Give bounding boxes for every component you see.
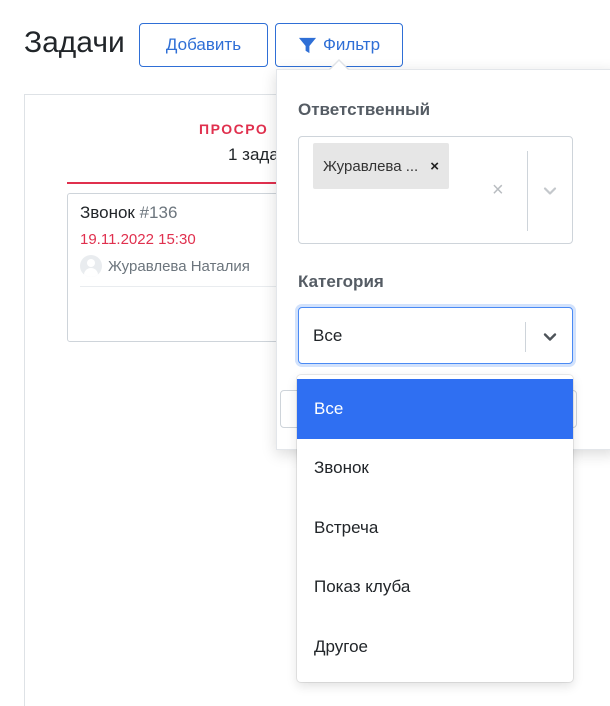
responsible-chip: Журавлева ... × [313,143,449,189]
category-select[interactable]: Все [298,307,573,364]
add-button-label: Добавить [165,35,242,54]
clear-selection-icon[interactable]: × [492,180,510,200]
task-title: Звонок #136 [80,203,177,223]
category-option-meeting[interactable]: Встреча [297,498,573,558]
category-option-call[interactable]: Звонок [297,439,573,499]
filter-button-label: Фильтр [322,35,381,54]
task-divider [80,286,306,287]
responsible-chip-label: Журавлева ... [323,157,419,175]
avatar-icon [80,255,102,277]
category-label: Категория [298,272,384,291]
filter-icon [298,37,316,53]
tasks-page: Задачи Добавить Фильтр ПРОСРО 1 зада Зво… [0,0,610,706]
task-assignee: Журавлева Наталия [80,255,250,277]
category-menu: Все Звонок Встреча Показ клуба Другое [297,375,573,682]
column-title: ПРОСРО [199,121,269,137]
category-option-all[interactable]: Все [297,379,573,439]
responsible-select[interactable]: Журавлева ... × × [298,136,573,244]
task-name: Звонок [80,203,135,222]
category-option-other[interactable]: Другое [297,617,573,677]
chevron-down-icon[interactable] [542,329,558,345]
select-separator [527,151,528,231]
add-button[interactable]: Добавить [139,23,268,67]
responsible-label: Ответственный [298,100,431,119]
select-separator [525,322,526,352]
popover-arrow-inner [329,61,349,71]
category-select-value: Все [313,326,343,345]
column-count: 1 зада [228,145,279,164]
chip-remove-icon[interactable]: × [430,158,439,175]
chevron-down-icon[interactable] [542,183,558,199]
column-underline [67,182,307,184]
page-title: Задачи [24,26,125,59]
task-assignee-name: Журавлева Наталия [108,257,250,275]
task-date: 19.11.2022 15:30 [80,231,196,248]
task-number: #136 [139,203,178,222]
category-option-club-tour[interactable]: Показ клуба [297,558,573,618]
